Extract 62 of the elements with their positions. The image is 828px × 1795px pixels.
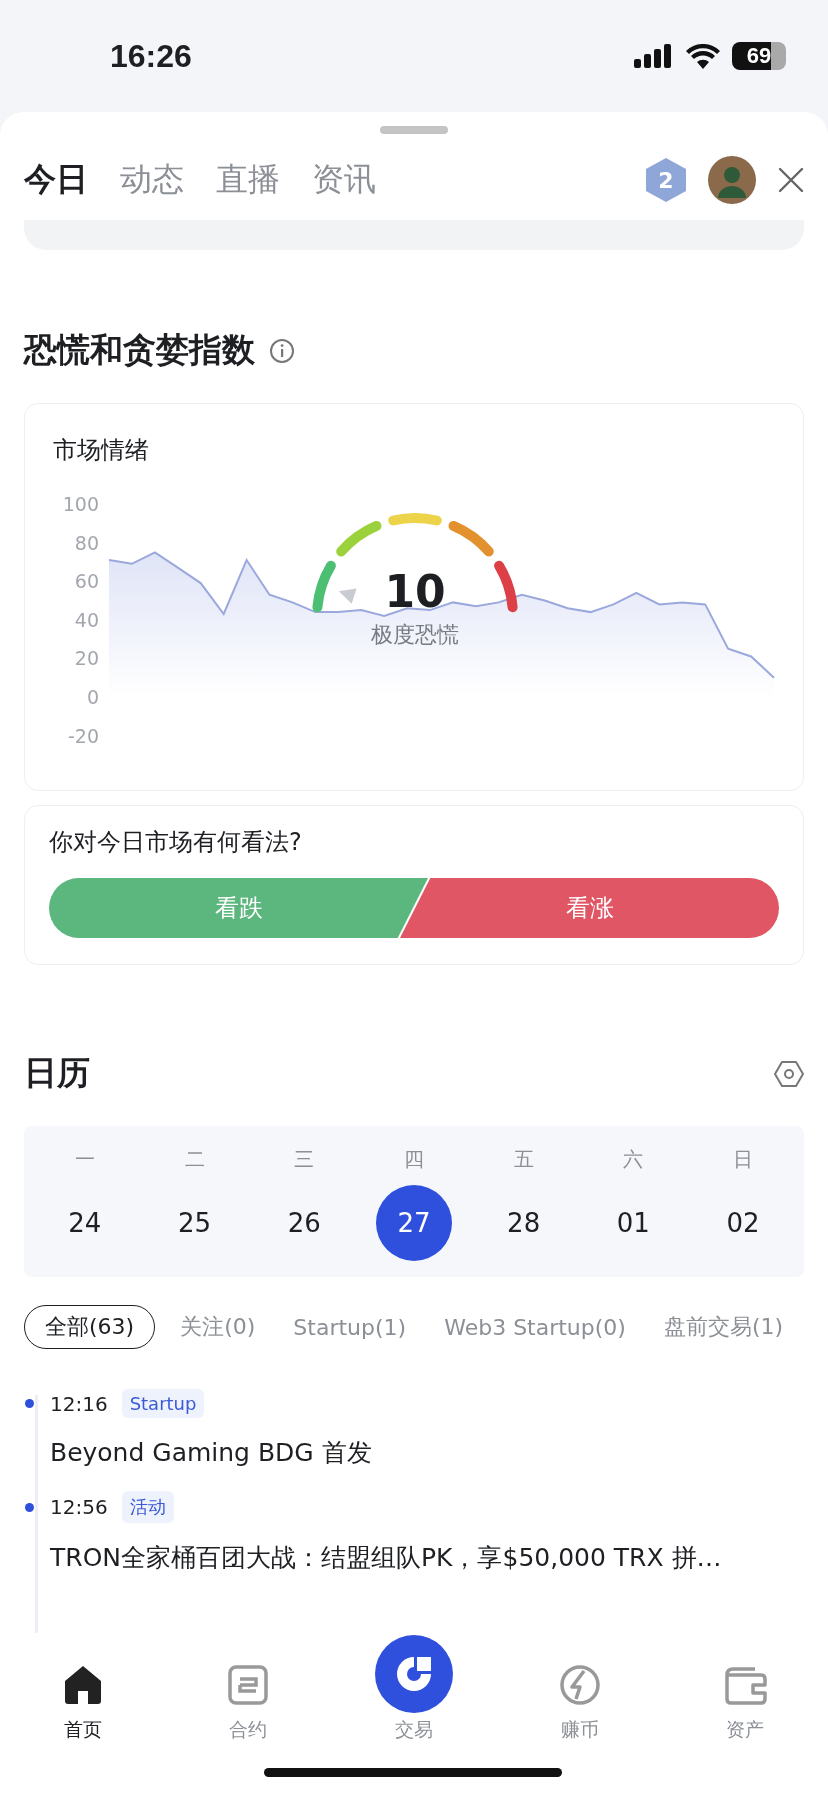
gauge-pointer [338,588,357,604]
weekday-label: 二 [184,1146,205,1173]
nav-tab[interactable]: 资产 [685,1663,806,1743]
date-item[interactable]: 01 [595,1185,672,1261]
event-time: 12:56 [50,1495,108,1519]
settings-icon[interactable] [774,1058,804,1089]
filter-chip[interactable]: Startup(1) [280,1305,420,1349]
event-title[interactable]: TRON全家桶百团大战：结盟组队PK，享$50,000 TRX 拼… [50,1541,804,1574]
weekday-label: 四 [403,1146,424,1173]
info-icon[interactable] [269,337,295,364]
document-icon [226,1663,271,1707]
bearish-button[interactable]: 看跌 [49,878,428,938]
nav-tab[interactable]: 首页 [22,1663,143,1743]
weekday-label: 一 [74,1146,95,1173]
nav-tab[interactable]: 合约 [188,1663,309,1743]
card-title: 市场情绪 [52,435,150,466]
date-item[interactable]: 26 [266,1185,343,1261]
axis-tick-label: 100 [62,493,99,515]
nav-tab[interactable]: 交易 [354,1635,474,1743]
weekday-label: 六 [623,1146,644,1173]
wifi-icon [686,43,720,69]
bullish-button[interactable]: 看涨 [400,878,779,938]
level-badge[interactable]: 2 [646,158,686,202]
axis-tick-label: 60 [74,570,99,593]
tab[interactable]: 动态 [120,158,184,202]
gauge-value: 10 [384,566,446,617]
section-title: 日历 [24,1052,90,1094]
status-time: 16:26 [110,37,192,75]
tab[interactable]: 资讯 [312,158,376,202]
date-item[interactable]: 24 [46,1185,123,1261]
axis-tick-label: -20 [67,724,99,747]
event-tag: 活动 [121,1491,174,1523]
signal-icon [634,44,674,68]
section-title: 恐慌和贪婪指数 [24,329,255,371]
drag-handle[interactable] [380,126,448,134]
poll-question: 你对今日市场有何看法? [49,827,303,858]
axis-tick-label: 20 [74,647,99,670]
date-item[interactable]: 28 [485,1185,562,1261]
timeline-dot [25,1399,34,1408]
axis-tick-label: 0 [86,686,99,708]
weekday-label: 五 [513,1146,534,1173]
axis-tick-label: 40 [74,608,99,631]
timeline-dot [25,1502,34,1512]
filter-chip[interactable]: Web3 Startup(0) [431,1305,639,1349]
close-icon[interactable] [778,167,804,193]
filter-chip[interactable]: 关注(0) [167,1305,269,1349]
date-item[interactable]: 27 [375,1185,452,1261]
weekday-label: 日 [733,1146,754,1173]
tab[interactable]: 今日 [24,158,88,202]
gauge-label: 极度恐慌 [371,621,459,649]
event-time: 12:16 [50,1391,108,1416]
event-title[interactable]: Beyond Gaming BDG 首发 [50,1436,804,1469]
event-tag: Startup [121,1389,205,1418]
battery-icon: 69 [732,42,786,70]
axis-tick-label: 80 [74,531,99,554]
avatar-icon[interactable] [708,156,756,204]
tab[interactable]: 直播 [216,158,280,202]
date-item[interactable]: 25 [156,1185,233,1261]
nav-tab[interactable]: 赚币 [519,1663,640,1743]
date-item[interactable]: 02 [705,1185,782,1261]
filter-chip[interactable]: 盘前交易(1) [650,1305,797,1349]
weekday-label: 三 [294,1146,315,1173]
